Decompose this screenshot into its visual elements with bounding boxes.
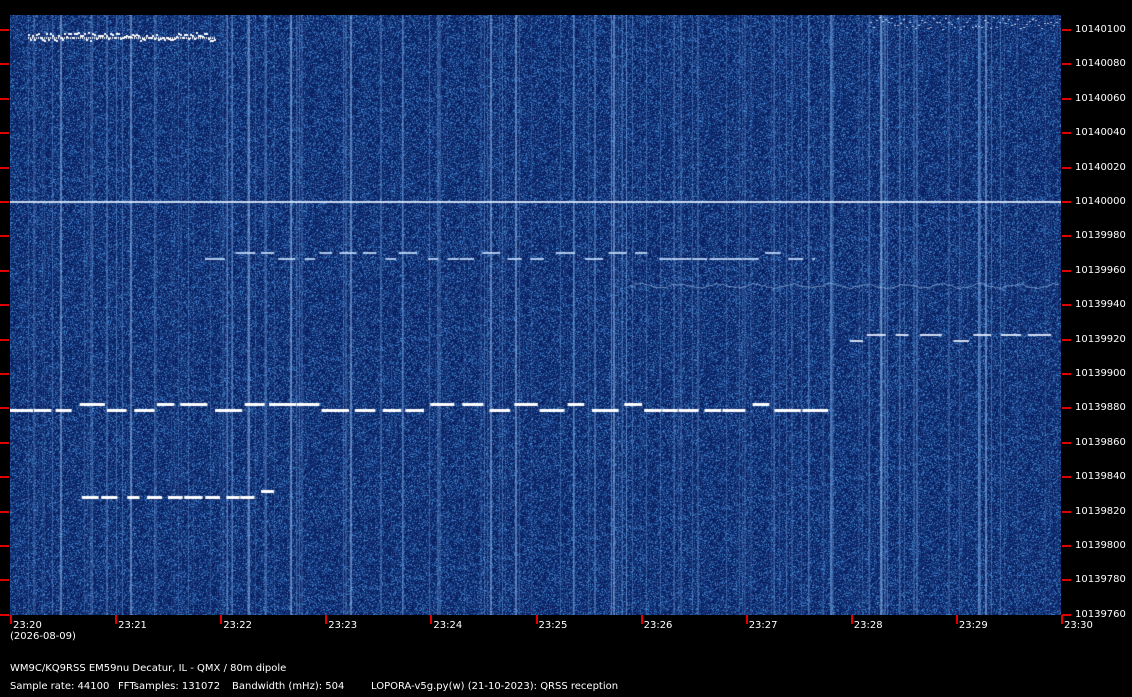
frequency-tick	[1062, 29, 1071, 31]
frequency-tick	[0, 235, 9, 238]
time-label: 23:22	[223, 620, 253, 631]
time-label: 23:23	[328, 620, 358, 631]
frequency-tick	[0, 407, 9, 410]
frequency-label: 10140020	[1075, 161, 1126, 173]
frequency-tick	[0, 201, 9, 203]
frequency-label: 10139960	[1075, 264, 1126, 276]
time-tick	[850, 615, 853, 624]
frequency-label: 10139860	[1075, 436, 1126, 448]
frequency-tick	[1062, 97, 1071, 100]
frequency-label: 10139840	[1075, 471, 1126, 483]
frequency-tick	[0, 132, 9, 135]
sample-rate: Sample rate: 44100	[10, 681, 110, 692]
time-label: 23:20	[13, 620, 42, 631]
time-label: 23:25	[538, 620, 568, 631]
frequency-label: 10139880	[1075, 402, 1126, 414]
fft-samples: FFTsamples: 131072	[118, 681, 221, 692]
bandwidth: Bandwidth (mHz): 504	[232, 681, 345, 692]
time-tick	[745, 615, 748, 624]
frequency-label: 10140060	[1075, 92, 1126, 104]
time-label: 23:27	[748, 620, 778, 631]
frequency-tick	[1062, 338, 1071, 341]
spectrogram-waterfall	[10, 15, 1061, 615]
frequency-tick	[0, 97, 9, 100]
frequency-tick	[1062, 613, 1071, 616]
time-tick	[535, 615, 538, 624]
time-label: 23:30	[1064, 620, 1093, 631]
time-label: 23:24	[433, 620, 463, 631]
frequency-label: 10139780	[1075, 574, 1126, 586]
time-tick	[955, 615, 958, 624]
frequency-label: 10139940	[1075, 299, 1126, 311]
frequency-label: 10140080	[1075, 58, 1126, 70]
frequency-tick	[1062, 166, 1071, 169]
frequency-tick	[0, 63, 9, 66]
frequency-label: 10140100	[1075, 24, 1126, 35]
frequency-tick	[1062, 235, 1071, 238]
frequency-label: 10139920	[1075, 333, 1126, 345]
frequency-tick	[0, 545, 9, 547]
frequency-label: 10139980	[1075, 230, 1126, 242]
date-label: (2026-08-09)	[10, 631, 76, 642]
frequency-tick	[1062, 373, 1071, 375]
frequency-tick	[0, 441, 9, 444]
frequency-label: 10140040	[1075, 127, 1126, 139]
frequency-tick	[1062, 304, 1071, 307]
station-info: WM9C/KQ9RSS EM59nu Decatur, IL - QMX / 8…	[10, 663, 287, 674]
frequency-tick	[0, 613, 9, 616]
frequency-tick	[1062, 132, 1071, 135]
frequency-label: 10139800	[1075, 540, 1126, 551]
time-tick	[430, 615, 433, 624]
time-label: 23:21	[118, 620, 147, 631]
time-tick	[640, 615, 643, 624]
frequency-label: 10139820	[1075, 505, 1126, 517]
time-tick	[220, 615, 223, 624]
frequency-tick	[1062, 269, 1071, 272]
frequency-tick	[0, 338, 9, 341]
frequency-tick	[1062, 510, 1071, 513]
frequency-tick	[0, 579, 9, 582]
time-label: 23:28	[853, 620, 883, 631]
frequency-label: 10140000	[1075, 196, 1126, 207]
frequency-label: 10139900	[1075, 368, 1126, 379]
time-tick	[10, 615, 12, 624]
frequency-tick	[1062, 579, 1071, 582]
frequency-tick	[0, 304, 9, 307]
frequency-tick	[1062, 63, 1071, 66]
time-label: 23:26	[643, 620, 673, 631]
frequency-tick	[0, 510, 9, 513]
software-info: LOPORA-v5g.py(w) (21-10-2023): QRSS rece…	[371, 681, 619, 692]
frequency-tick	[1062, 476, 1071, 479]
frequency-tick	[0, 29, 9, 31]
time-tick	[325, 615, 328, 624]
frequency-label: 10139760	[1075, 608, 1126, 620]
time-tick	[1061, 615, 1063, 624]
frequency-tick	[1062, 407, 1071, 410]
frequency-tick	[0, 476, 9, 479]
time-label: 23:29	[958, 620, 988, 631]
frequency-tick	[1062, 545, 1071, 547]
frequency-tick	[1062, 441, 1071, 444]
frequency-tick	[1062, 201, 1071, 203]
time-tick	[115, 615, 118, 624]
frequency-tick	[0, 166, 9, 169]
frequency-tick	[0, 373, 9, 375]
frequency-tick	[0, 269, 9, 272]
